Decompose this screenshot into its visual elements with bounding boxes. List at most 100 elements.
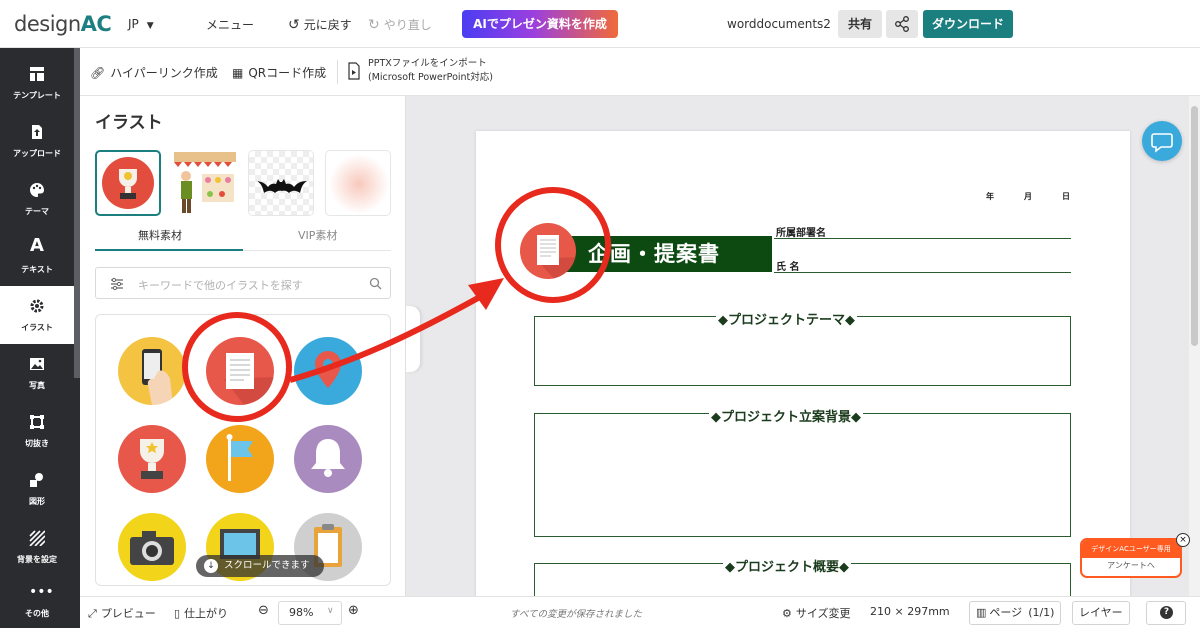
scrollbar-thumb[interactable] [1191,106,1198,346]
sidebar-item-label: 写真 [29,381,45,390]
chevron-down-icon: ∨ [327,606,334,616]
date-day: 日 [1062,192,1070,201]
sidebar-item-crop[interactable]: 切抜き [0,402,74,460]
caret-down-icon: ▼ [146,21,154,31]
logo[interactable]: designAC [14,12,112,36]
close-icon[interactable]: × [1176,533,1190,547]
share-button[interactable]: 共有 [838,10,882,38]
document-icon [536,235,576,279]
ai-presentation-button[interactable]: AIでプレゼン資料を作成 [462,10,618,38]
document-title[interactable]: 企画・提案書 [588,238,720,268]
bell-illustration[interactable] [294,425,362,493]
sidebar-item-upload[interactable]: アップロード [0,112,74,170]
illustration-search[interactable]: キーワードで他のイラストを探す [95,267,391,299]
canvas-scrollbar[interactable] [1189,96,1200,596]
left-sidebar: テンプレート アップロード テーマ A テキスト イラスト 写真 切抜き 図形 [0,48,80,628]
app-root: designAC JP ▼ メニュー ↺ 元に戻す ↻ やり直し AIでプレゼン資料を… [0,0,1200,628]
language-selector[interactable]: JP ▼ [128,17,154,31]
sidebar-item-more[interactable]: ••• その他 [0,580,74,628]
hyperlink-button[interactable]: 🔗︎ ハイパーリンク作成 [90,64,218,81]
link-icon: 🔗︎ [90,66,106,80]
zoom-in-icon[interactable]: ⊕ [348,603,359,618]
preview-button[interactable]: ⤢ プレビュー [88,605,156,621]
dept-line [774,238,1071,239]
placed-document-icon[interactable] [520,223,576,279]
dept-label: 所属部署名 [776,228,826,239]
flag-illustration[interactable] [206,425,274,493]
category-florist[interactable] [172,150,238,216]
survey-banner-title: デザインACユーザー専用 [1082,540,1180,558]
category-bat[interactable] [248,150,314,216]
redo-label: やり直し [383,18,432,32]
hyperlink-label: ハイパーリンク作成 [110,66,218,80]
zoom-out-icon[interactable]: ⊖ [258,603,269,618]
document-illustration[interactable] [206,337,274,405]
sidebar-item-label: テンプレート [13,91,61,100]
redo-button[interactable]: ↻ やり直し [368,16,432,33]
upload-icon [32,125,42,139]
date-year: 年 [986,192,994,201]
shapes-icon [30,473,43,487]
section-overview-title: ◆プロジェクト概要◆ [723,556,851,575]
expand-icon: ⤢ [88,607,97,620]
help-button[interactable]: ? [1146,601,1186,625]
sidebar-item-shapes[interactable]: 図形 [0,460,74,518]
divider [337,60,338,84]
document-page[interactable]: 年 月 日 企画・提案書 所属部署名 氏 名 ◆プロジェクトテーマ◆ ◆プロジェ… [476,131,1130,623]
sidebar-item-label: アップロード [13,149,61,158]
search-icon [369,277,382,290]
sidebar-item-illust[interactable]: イラスト [0,286,74,344]
category-trophy[interactable] [95,150,161,216]
sidebar-item-text[interactable]: A テキスト [0,228,74,286]
trophy-illustration[interactable] [118,425,186,493]
camera-illustration[interactable] [118,513,186,581]
logo-accent: AC [80,12,112,36]
panel-collapse-handle[interactable] [406,306,420,372]
trophy-icon [102,157,154,209]
sidebar-item-label: イラスト [21,323,53,332]
section-background-box[interactable] [534,413,1071,537]
gear-icon: ⚙ [782,607,792,620]
category-pattern[interactable] [325,150,391,216]
pptx-import-button[interactable]: PPTXファイルをインポート (Microsoft PowerPoint対応) [368,57,493,85]
finish-button[interactable]: ▯ 仕上がり [174,605,228,621]
pages-label: ページ [989,606,1023,619]
pages-button[interactable]: ▥ ページ (1/1) [969,601,1062,625]
tab-free[interactable]: 無料素材 [138,227,182,243]
page-size: 210 × 297mm [870,605,950,618]
book-icon: ▥ [976,606,987,619]
survey-banner-link[interactable]: アンケートへ [1082,560,1180,571]
layer-button[interactable]: レイヤー [1072,601,1130,625]
zoom-select[interactable]: 98% ∨ [278,601,342,625]
smartphone-icon [142,349,173,405]
active-tab-indicator [95,249,243,251]
text-icon: A [30,235,44,256]
menu-button[interactable]: メニュー [206,16,254,33]
document-name[interactable]: worddocuments2 [727,17,831,31]
template-icon [30,67,44,81]
download-button[interactable]: ダウンロード [923,10,1013,38]
smartphone-illustration[interactable] [118,337,186,405]
section-background-title: ◆プロジェクト立案背景◆ [709,406,863,425]
sidebar-item-photo[interactable]: 写真 [0,344,74,402]
tab-vip[interactable]: VIP素材 [298,227,337,243]
share-link-button[interactable] [886,10,918,38]
chat-button[interactable] [1142,121,1182,161]
survey-banner[interactable]: デザインACユーザー専用 アンケートへ [1080,538,1182,578]
sidebar-item-theme[interactable]: テーマ [0,170,74,228]
top-bar: designAC JP ▼ メニュー ↺ 元に戻す ↻ やり直し AIでプレゼン資料を… [0,0,1200,48]
resize-button[interactable]: ⚙ サイズ変更 [782,605,851,621]
arrow-down-icon: ↓ [204,559,218,573]
flag-icon [226,434,253,481]
help-icon: ? [1160,606,1173,619]
sidebar-item-background[interactable]: 背景を設定 [0,518,74,576]
map-pin-illustration[interactable] [294,337,362,405]
undo-button[interactable]: ↺ 元に戻す [288,16,352,33]
illustration-panel: イラスト 無料素材 VIP素材 キーワードで他のイラストを探す ↓ スクロールで… [80,96,406,596]
sidebar-item-template[interactable]: テンプレート [0,54,74,112]
gear-icon [30,299,44,313]
chat-icon [1151,133,1173,153]
section-theme-title: ◆プロジェクトテーマ◆ [716,309,857,328]
search-input[interactable]: キーワードで他のイラストを探す [138,277,303,293]
qr-code-button[interactable]: ▦ QRコード作成 [232,64,326,81]
